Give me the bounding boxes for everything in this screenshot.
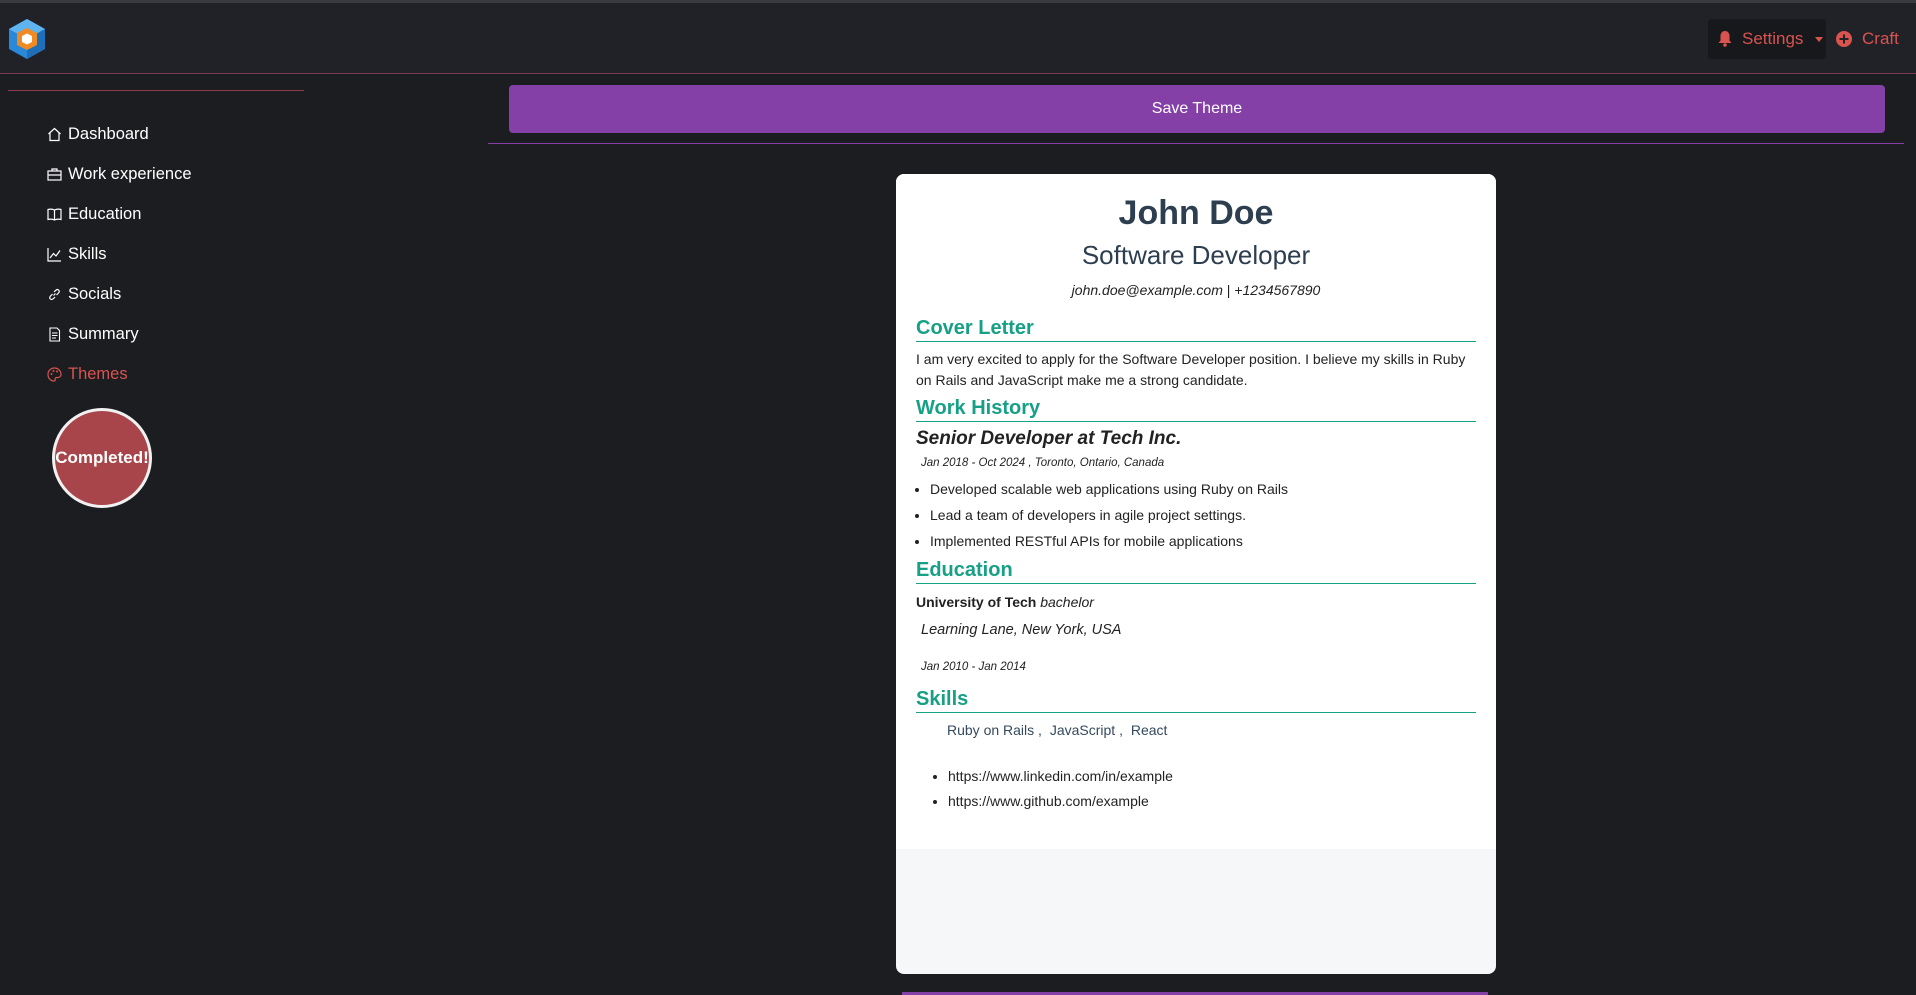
palette-icon bbox=[46, 366, 62, 382]
resume-job-title: Software Developer bbox=[1081, 240, 1311, 270]
resume-name: John Doe bbox=[1118, 194, 1274, 232]
sidebar-divider bbox=[8, 90, 304, 91]
craft-label: Craft bbox=[1862, 29, 1899, 48]
sidebar-item-summary[interactable]: Summary bbox=[46, 314, 192, 354]
resume-phone: +1234567890 bbox=[1234, 282, 1321, 298]
sidebar-item-label: Themes bbox=[68, 364, 128, 383]
school-name: University of Tech bbox=[916, 594, 1037, 610]
settings-dropdown-button[interactable]: Settings bbox=[1708, 19, 1826, 59]
book-icon bbox=[46, 206, 62, 222]
list-item: Implemented RESTful APIs for mobile appl… bbox=[930, 528, 1288, 554]
completed-badge: Completed! bbox=[52, 408, 152, 508]
link-item: https://www.linkedin.com/in/example bbox=[948, 764, 1173, 789]
sidebar-item-dashboard[interactable]: Dashboard bbox=[46, 114, 192, 154]
resume-preview: John Doe Software Developer john.doe@exa… bbox=[896, 174, 1496, 974]
skill-item: React bbox=[1130, 722, 1168, 738]
job-title: Senior Developer at Tech Inc. bbox=[916, 428, 1182, 449]
education-address: Learning Lane, New York, USA bbox=[921, 622, 1122, 638]
section-heading-work-history: Work History bbox=[916, 397, 1476, 422]
top-navbar: Settings Craft bbox=[0, 3, 1916, 74]
social-links: https://www.linkedin.com/in/example http… bbox=[948, 764, 1173, 814]
skill-item: JavaScript , bbox=[1049, 722, 1123, 738]
contact-separator: | bbox=[1222, 282, 1235, 298]
link-item: https://www.github.com/example bbox=[948, 789, 1173, 814]
resume-body: John Doe Software Developer john.doe@exa… bbox=[896, 174, 1496, 849]
cover-letter-text: I am very excited to apply for the Softw… bbox=[916, 351, 1466, 388]
degree: bachelor bbox=[1040, 594, 1094, 610]
link-icon bbox=[46, 286, 62, 302]
sidebar-item-label: Work experience bbox=[68, 164, 192, 183]
skill-item: Ruby on Rails , bbox=[947, 722, 1042, 738]
document-icon bbox=[46, 326, 62, 342]
education-dates: Jan 2010 - Jan 2014 bbox=[921, 661, 1026, 673]
chart-line-icon bbox=[46, 246, 62, 262]
list-item: Developed scalable web applications usin… bbox=[930, 476, 1288, 502]
sidebar-item-label: Summary bbox=[68, 324, 139, 343]
job-meta: Jan 2018 - Oct 2024 , Toronto, Ontario, … bbox=[921, 457, 1165, 469]
main-divider bbox=[488, 143, 1904, 144]
craft-button[interactable]: Craft bbox=[1836, 19, 1916, 59]
section-heading-education: Education bbox=[916, 559, 1476, 584]
sidebar-nav: Dashboard Work experience Education Skil… bbox=[46, 114, 192, 394]
sidebar-item-socials[interactable]: Socials bbox=[46, 274, 192, 314]
sidebar-item-label: Socials bbox=[68, 284, 122, 303]
sidebar-item-work-experience[interactable]: Work experience bbox=[46, 154, 192, 194]
chevron-down-icon bbox=[1815, 36, 1824, 42]
section-heading-skills: Skills bbox=[916, 688, 1476, 713]
home-icon bbox=[46, 126, 62, 142]
education-school: University of Tech bachelor bbox=[916, 594, 1094, 610]
plus-circle-icon bbox=[1836, 31, 1852, 47]
list-item: Lead a team of developers in agile proje… bbox=[930, 502, 1288, 528]
resume-email: john.doe@example.com bbox=[1071, 282, 1223, 298]
sidebar-item-education[interactable]: Education bbox=[46, 194, 192, 234]
settings-label: Settings bbox=[1742, 29, 1804, 48]
sidebar-item-label: Skills bbox=[68, 244, 107, 263]
sidebar-item-themes[interactable]: Themes bbox=[46, 354, 192, 394]
save-theme-button[interactable]: Save Theme bbox=[509, 85, 1885, 133]
sidebar-item-label: Education bbox=[68, 204, 142, 223]
skills-list: Ruby on Rails , JavaScript , React bbox=[947, 722, 1171, 738]
resume-contact: john.doe@example.com | +1234567890 bbox=[896, 282, 1496, 298]
section-heading-cover-letter: Cover Letter bbox=[916, 317, 1476, 342]
sidebar-item-label: Dashboard bbox=[68, 124, 149, 143]
job-bullets: Developed scalable web applications usin… bbox=[930, 476, 1288, 554]
sidebar-item-skills[interactable]: Skills bbox=[46, 234, 192, 274]
app-logo[interactable] bbox=[5, 17, 49, 61]
bell-icon bbox=[1718, 31, 1732, 47]
briefcase-icon bbox=[46, 166, 62, 182]
